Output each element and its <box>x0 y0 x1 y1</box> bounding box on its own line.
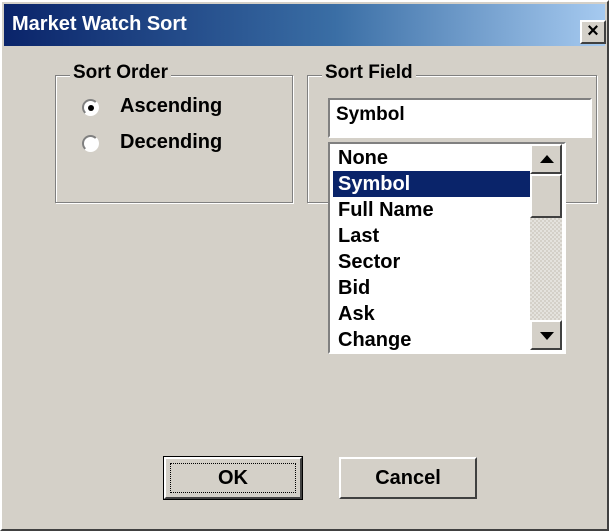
listbox-items: None Symbol Full Name Last Sector Bid As… <box>333 145 530 353</box>
list-item-none[interactable]: None <box>333 145 530 171</box>
radio-label-decending: Decending <box>120 131 223 153</box>
listbox-scrollbar[interactable] <box>530 144 562 350</box>
list-item-last[interactable]: Last <box>333 223 530 249</box>
list-item-bid[interactable]: Bid <box>333 275 530 301</box>
market-watch-sort-dialog: Market Watch Sort × Sort Order Ascending… <box>0 0 609 531</box>
arrow-up-icon <box>540 155 554 163</box>
sort-order-legend: Sort Order <box>70 62 172 84</box>
ok-button[interactable]: OK <box>163 456 303 500</box>
scroll-down-button[interactable] <box>530 320 562 350</box>
focus-rectangle <box>170 463 296 493</box>
list-item-symbol[interactable]: Symbol <box>333 171 530 197</box>
scroll-up-button[interactable] <box>530 144 562 174</box>
scroll-thumb[interactable] <box>530 174 562 218</box>
close-button[interactable]: × <box>580 20 606 44</box>
arrow-down-icon <box>540 332 554 340</box>
radio-circle-ascending[interactable] <box>82 99 99 116</box>
list-item-ask[interactable]: Ask <box>333 301 530 327</box>
list-item-change[interactable]: Change <box>333 327 530 353</box>
cancel-button-label: Cancel <box>375 467 441 489</box>
sort-field-listbox[interactable]: None Symbol Full Name Last Sector Bid As… <box>328 142 566 354</box>
radio-label-ascending: Ascending <box>120 95 223 117</box>
close-icon: × <box>587 20 599 42</box>
cancel-button[interactable]: Cancel <box>339 457 477 499</box>
list-item-full-name[interactable]: Full Name <box>333 197 530 223</box>
list-item-sector[interactable]: Sector <box>333 249 530 275</box>
window-title: Market Watch Sort <box>12 13 187 35</box>
sort-field-value: Symbol <box>336 104 405 125</box>
sort-field-legend: Sort Field <box>322 62 416 84</box>
title-bar[interactable]: Market Watch Sort × <box>4 4 606 46</box>
radio-selected-dot <box>87 104 94 111</box>
sort-field-input[interactable]: Symbol <box>328 98 592 138</box>
radio-circle-decending[interactable] <box>82 135 99 152</box>
